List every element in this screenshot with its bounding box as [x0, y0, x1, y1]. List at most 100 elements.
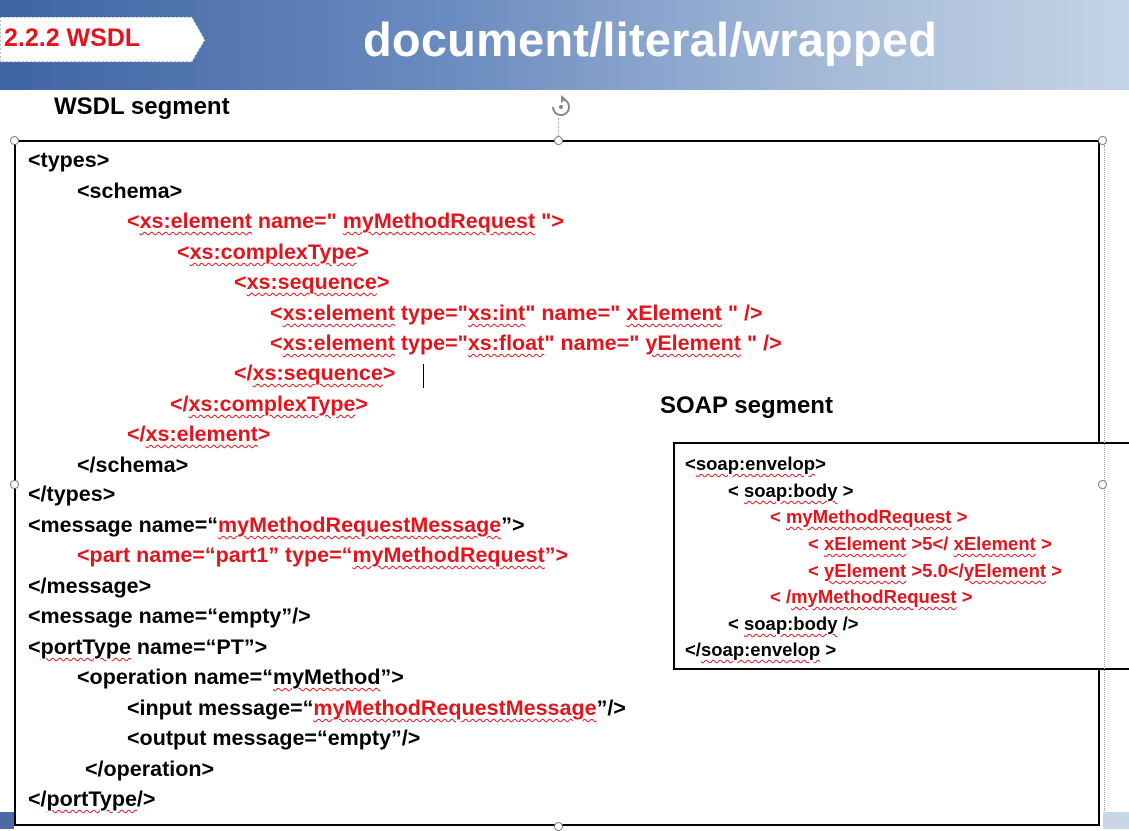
code-token: soap:body — [743, 480, 838, 501]
code-token: "> — [535, 209, 564, 233]
wsdl-code-line: <output message=“empty”/> — [127, 726, 420, 751]
code-token: </ — [28, 787, 47, 811]
code-token: > — [382, 361, 396, 385]
wsdl-segment-label: WSDL segment — [54, 93, 230, 120]
code-token: " /> — [721, 301, 763, 325]
code-token: xs:complexType — [189, 240, 357, 264]
soap-code-line: </soap:envelop > — [685, 639, 836, 661]
resize-handle-top-right[interactable] — [1098, 136, 1107, 145]
code-token: > — [837, 480, 854, 501]
code-token: >5.0</ — [906, 560, 964, 581]
code-token: yElement — [823, 560, 907, 581]
code-token: < / — [770, 586, 792, 607]
code-token: ”> — [544, 543, 569, 567]
footer-band-left — [0, 812, 14, 829]
wsdl-code-line: <xs:element type="xs:float" name=" yElem… — [270, 331, 782, 356]
code-token: name=“PT”> — [130, 635, 268, 659]
slide-title: document/literal/wrapped — [363, 13, 938, 66]
code-token: > — [1035, 533, 1052, 554]
code-token: type=" — [394, 331, 468, 355]
code-token: myMethod — [272, 665, 381, 689]
code-token: myMethodRequest — [352, 543, 545, 567]
wsdl-code-line: </xs:element> — [127, 422, 270, 447]
code-token: < — [270, 301, 283, 325]
wsdl-code-line: <message name=“myMethodRequestMessage”> — [28, 513, 525, 538]
wsdl-code-line: <message name=“empty”/> — [28, 604, 311, 629]
code-token: > — [951, 506, 968, 527]
code-token: xs:float — [467, 331, 545, 355]
slide-header-band: 2.2.2 WSDL document/literal/wrapped — [0, 0, 1129, 90]
code-token: </ — [685, 639, 701, 660]
wsdl-code-line: <input message=“myMethodRequestMessage”/… — [127, 696, 626, 721]
code-token: <types> — [28, 148, 110, 172]
code-token: xElement — [823, 533, 907, 554]
code-token: soap:envelop — [700, 639, 821, 660]
code-token: xs:sequence — [252, 361, 383, 385]
soap-segment-label: SOAP segment — [660, 392, 833, 419]
soap-code-line: < soap:body > — [728, 480, 853, 502]
code-token: /> — [837, 613, 859, 634]
code-token: soap:envelop — [695, 453, 816, 474]
footer-band-right — [1103, 812, 1129, 829]
code-token: </message> — [28, 574, 152, 598]
wsdl-code-line: <operation name=“myMethod”> — [77, 665, 404, 690]
code-token: <input message=“ — [127, 696, 314, 720]
code-token: < — [808, 560, 824, 581]
code-token: < — [808, 533, 824, 554]
resize-handle-left[interactable] — [10, 480, 19, 489]
code-token: /> — [136, 787, 156, 811]
resize-handle-top-left[interactable] — [10, 136, 19, 145]
section-badge: 2.2.2 WSDL — [0, 17, 206, 63]
wsdl-code-line: </portType/> — [28, 787, 155, 812]
soap-code-line: < /myMethodRequest > — [770, 586, 973, 608]
code-token: < — [728, 480, 744, 501]
code-token: myMethodRequest — [791, 586, 957, 607]
resize-handle-bottom[interactable] — [554, 822, 563, 831]
code-token: myMethodRequestMessage — [313, 696, 597, 720]
code-token: ”> — [380, 665, 404, 689]
code-token: soap:body — [743, 613, 838, 634]
code-token: type=" — [394, 301, 468, 325]
wsdl-code-line: </schema> — [77, 453, 188, 478]
code-token: </schema> — [77, 453, 189, 477]
code-token: > — [1046, 560, 1063, 581]
soap-code-line: < xElement >5</ xElement > — [808, 533, 1052, 555]
code-token: > — [820, 639, 837, 660]
code-token: xs:element — [282, 301, 395, 325]
code-token: <output message=“empty”/> — [127, 726, 421, 750]
rotate-handle-icon[interactable] — [548, 95, 574, 121]
code-token: >5</ — [906, 533, 954, 554]
wsdl-code-line: <portType name=“PT”> — [28, 635, 267, 660]
code-token: " name=" — [525, 301, 627, 325]
code-token: < — [127, 209, 140, 233]
wsdl-code-line: <xs:element type="xs:int" name=" xElemen… — [270, 301, 763, 326]
wsdl-code-line: </types> — [28, 482, 115, 507]
resize-handle-right[interactable] — [1098, 480, 1107, 489]
wsdl-code-line: <xs:complexType> — [177, 240, 369, 265]
code-token: yElement — [963, 560, 1047, 581]
code-token: xs:sequence — [246, 270, 377, 294]
code-token: < — [770, 506, 786, 527]
code-token: > — [956, 586, 973, 607]
code-token: <operation name=“ — [77, 665, 273, 689]
code-token: < — [177, 240, 190, 264]
soap-code-line: < soap:body /> — [728, 613, 859, 635]
soap-code-line: < yElement >5.0</yElement > — [808, 560, 1062, 582]
code-token: > — [356, 240, 370, 264]
code-token: </ — [170, 392, 189, 416]
wsdl-code-line: <schema> — [77, 179, 182, 204]
resize-handle-top[interactable] — [554, 136, 563, 145]
code-token: < — [234, 270, 247, 294]
code-token: <message name=“ — [28, 513, 219, 537]
code-token: yElement — [645, 331, 741, 355]
code-token: <schema> — [77, 179, 183, 203]
code-token: myMethodRequestMessage — [218, 513, 502, 537]
wsdl-code-line: <xs:element name=" myMethodRequest "> — [127, 209, 564, 234]
wsdl-code-line: <types> — [28, 148, 109, 173]
code-token: xs:int — [467, 301, 526, 325]
code-token: portType — [40, 635, 131, 659]
code-token: > — [376, 270, 390, 294]
soap-code-box[interactable] — [673, 442, 1129, 670]
code-token: < — [270, 331, 283, 355]
code-token: " name=" — [544, 331, 646, 355]
